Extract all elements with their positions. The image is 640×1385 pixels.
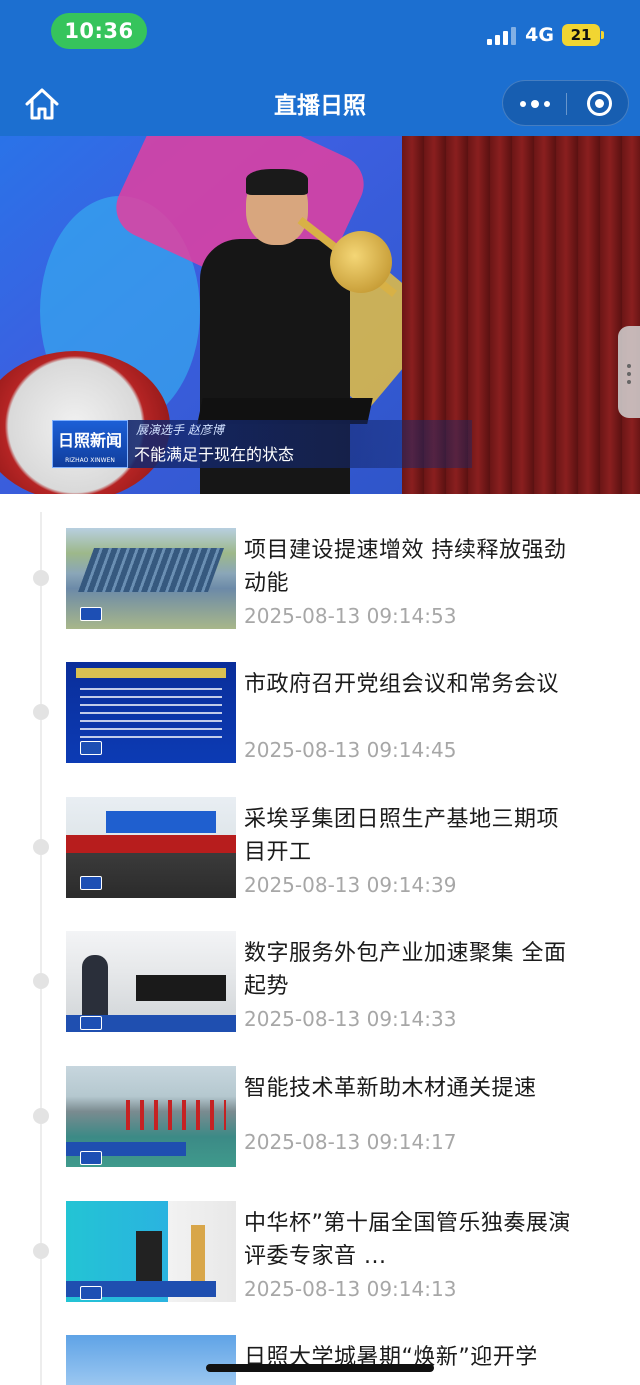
news-time: 2025-08-13 09:14:45: [244, 738, 457, 762]
news-item[interactable]: 数字服务外包产业加速聚集 全面起势 2025-08-13 09:14:33: [0, 931, 640, 1041]
news-title: 数字服务外包产业加速聚集 全面起势: [244, 941, 567, 999]
channel-logo-text: 日照新闻: [57, 431, 122, 450]
trombone-bell-image: [330, 231, 392, 293]
timeline-node: [33, 1243, 49, 1259]
mini-program-capsule: [502, 80, 629, 126]
news-time: 2025-08-13 09:14:53: [244, 604, 457, 628]
timeline-node: [33, 704, 49, 720]
caption-bar: 展演选手 赵彦博 不能满足于现在的状态: [128, 420, 472, 468]
channel-logo-subtext: RIZHAO XINWEN: [65, 457, 115, 464]
news-thumbnail: [66, 1335, 236, 1385]
news-thumbnail: [66, 1066, 236, 1167]
news-title: 智能技术革新助木材通关提速: [244, 1076, 537, 1101]
video-caption: 日照新闻 RIZHAO XINWEN 展演选手 赵彦博 不能满足于现在的状态: [52, 420, 472, 468]
news-item[interactable]: 中华杯”第十届全国管乐独奏展演评委专家音 ... 2025-08-13 09:1…: [0, 1201, 640, 1311]
news-thumbnail: [66, 528, 236, 629]
news-item[interactable]: 采埃孚集团日照生产基地三期项目开工 2025-08-13 09:14:39: [0, 797, 640, 907]
close-button[interactable]: [567, 81, 630, 127]
timeline-node: [33, 839, 49, 855]
caption-speaker: 展演选手 赵彦博: [136, 423, 224, 437]
network-type: 4G: [525, 24, 554, 46]
app-header: 10:36 4G 21 直播日照: [0, 0, 640, 136]
channel-logo: 日照新闻 RIZHAO XINWEN: [52, 420, 128, 468]
news-title: 市政府召开党组会议和常务会议: [244, 672, 560, 697]
news-item[interactable]: 项目建设提速增效 持续释放强劲动能 2025-08-13 09:14:53: [0, 528, 640, 638]
news-item[interactable]: 智能技术革新助木材通关提速 2025-08-13 09:14:17: [0, 1066, 640, 1176]
news-title: 中华杯”第十届全国管乐独奏展演评委专家音 ...: [244, 1211, 571, 1269]
battery-icon: 21: [562, 24, 604, 46]
news-time: 2025-08-13 09:14:17: [244, 1130, 457, 1154]
caption-text: 不能满足于现在的状态: [134, 445, 295, 464]
timeline-node: [33, 570, 49, 586]
news-thumbnail: [66, 797, 236, 898]
news-thumbnail: [66, 1201, 236, 1302]
side-handle[interactable]: [618, 326, 640, 418]
news-time: 2025-08-13 09:14:39: [244, 873, 457, 897]
more-button[interactable]: [503, 81, 566, 127]
news-item[interactable]: 市政府召开党组会议和常务会议 2025-08-13 09:14:45: [0, 662, 640, 772]
timeline-node: [33, 1108, 49, 1124]
status-indicators: 4G 21: [487, 22, 604, 48]
news-item[interactable]: 日照大学城暑期“焕新”迎开学: [0, 1335, 640, 1385]
news-title: 采埃孚集团日照生产基地三期项目开工: [244, 807, 560, 865]
news-title: 项目建设提速增效 持续释放强劲动能: [244, 538, 567, 596]
news-time: 2025-08-13 09:14:13: [244, 1277, 457, 1301]
home-indicator[interactable]: [206, 1364, 434, 1372]
news-thumbnail: [66, 931, 236, 1032]
timeline-node: [33, 973, 49, 989]
live-video-player[interactable]: 日照新闻 RIZHAO XINWEN 展演选手 赵彦博 不能满足于现在的状态: [0, 136, 640, 494]
news-time: 2025-08-13 09:14:33: [244, 1007, 457, 1031]
status-time: 10:36: [51, 13, 147, 49]
news-thumbnail: [66, 662, 236, 763]
signal-icon: [487, 25, 517, 45]
